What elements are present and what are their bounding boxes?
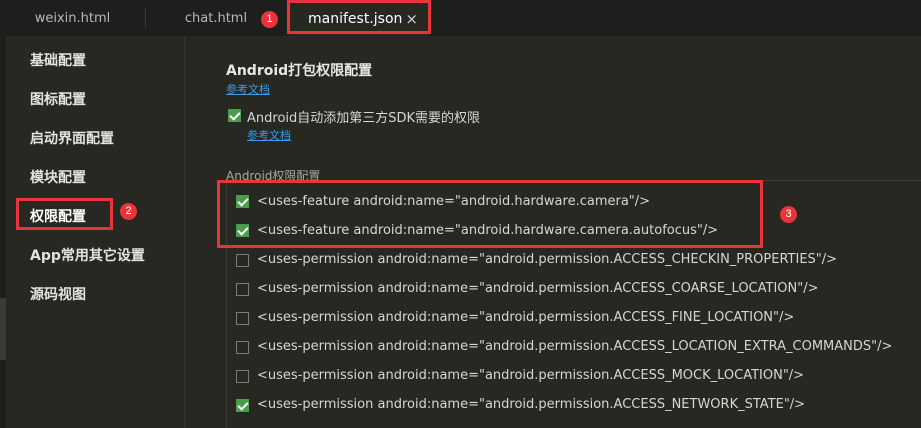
permission-checkbox[interactable] (236, 312, 249, 325)
permission-checkbox[interactable] (236, 283, 249, 296)
section-title: Android打包权限配置 (226, 63, 373, 79)
sidebar-item-source-view[interactable]: 源码视图 (30, 284, 86, 304)
permission-checkbox[interactable] (236, 399, 249, 412)
permission-label: <uses-permission android:name="android.p… (257, 310, 795, 325)
permission-checkbox[interactable] (236, 341, 249, 354)
annotation-badge-2: 2 (120, 203, 137, 220)
permission-checkbox[interactable] (236, 370, 249, 383)
permission-checkbox[interactable] (236, 254, 249, 267)
settings-sidebar: 基础配置 图标配置 启动界面配置 模块配置 权限配置 App常用其它设置 源码视… (6, 36, 185, 428)
annotation-badge-3: 3 (780, 206, 797, 223)
annotation-box-permissions (217, 180, 763, 248)
tab-weixin-html[interactable]: weixin.html (0, 0, 145, 36)
permission-label: <uses-permission android:name="android.p… (257, 397, 806, 412)
annotation-badge-1: 1 (261, 11, 278, 28)
sidebar-item-other-settings[interactable]: App常用其它设置 (30, 245, 145, 265)
sidebar-item-basic[interactable]: 基础配置 (30, 50, 86, 70)
sidebar-item-icons[interactable]: 图标配置 (30, 89, 86, 109)
annotation-box-sidebar (16, 198, 113, 230)
permission-label: <uses-permission android:name="android.p… (257, 339, 893, 354)
permission-label: <uses-permission android:name="android.p… (257, 252, 838, 267)
permission-label: <uses-permission android:name="android.p… (257, 281, 819, 296)
sidebar-item-splash[interactable]: 启动界面配置 (30, 128, 114, 148)
sidebar-item-modules[interactable]: 模块配置 (30, 167, 86, 187)
auto-sdk-doc-link[interactable]: 参考文档 (247, 127, 291, 143)
permission-label: <uses-permission android:name="android.p… (257, 368, 805, 383)
annotation-box-tab (287, 0, 431, 34)
auto-sdk-label: Android自动添加第三方SDK需要的权限 (247, 111, 481, 126)
tab-bar: weixin.html chat.html manifest.json × (0, 0, 921, 36)
auto-sdk-checkbox[interactable] (228, 109, 241, 122)
doc-link[interactable]: 参考文档 (226, 81, 270, 97)
